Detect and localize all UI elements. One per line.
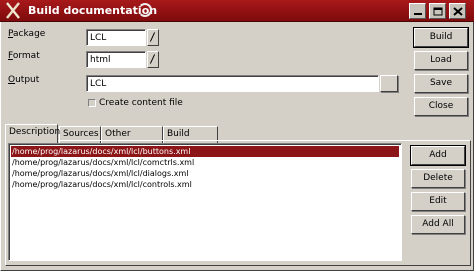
list-item[interactable]: /home/prog/lazarus/docs/xml/lcl/dialogs.…: [11, 168, 399, 179]
add-all-button-label: Add All: [422, 219, 454, 229]
delete-button[interactable]: Delete: [411, 169, 465, 188]
format-dropdown-button[interactable]: [147, 51, 159, 68]
title-bar[interactable]: Build documentation: [0, 0, 474, 22]
close-button[interactable]: Close: [414, 97, 468, 116]
close-button-label: Close: [428, 101, 454, 111]
tab-description-label: Description: [9, 127, 61, 137]
package-label: Package: [8, 29, 46, 39]
output-value: LCL: [90, 79, 107, 89]
package-dropdown-button[interactable]: [147, 29, 159, 46]
build-button-label: Build: [429, 32, 453, 42]
format-value: html: [90, 55, 111, 65]
list-item[interactable]: /home/prog/lazarus/docs/xml/lcl/controls…: [11, 179, 399, 190]
dialog-body: Package LCL Format html Output LCL Creat…: [0, 22, 474, 271]
package-value: LCL: [90, 33, 107, 43]
output-label: Output: [8, 75, 40, 85]
load-button[interactable]: Load: [414, 51, 468, 70]
description-panel: /home/prog/lazarus/docs/xml/lcl/buttons.…: [5, 140, 471, 266]
tab-sources-label: Sources: [63, 129, 99, 139]
build-button[interactable]: Build: [413, 27, 469, 48]
delete-button-label: Delete: [423, 173, 453, 183]
format-combo[interactable]: html: [86, 51, 146, 68]
save-button[interactable]: Save: [414, 74, 468, 93]
maximize-button[interactable]: [429, 3, 446, 19]
browse-output-button[interactable]: [380, 75, 398, 92]
save-button-label: Save: [429, 78, 453, 88]
list-item[interactable]: /home/prog/lazarus/docs/xml/lcl/comctrls…: [11, 157, 399, 168]
minimize-icon: [414, 13, 422, 15]
add-all-button[interactable]: Add All: [411, 215, 465, 234]
file-list[interactable]: /home/prog/lazarus/docs/xml/lcl/buttons.…: [8, 143, 402, 261]
edit-button[interactable]: Edit: [411, 192, 465, 211]
minimize-button[interactable]: [409, 3, 426, 19]
output-field[interactable]: LCL: [86, 75, 379, 92]
format-label: Format: [8, 51, 40, 61]
package-combo[interactable]: LCL: [86, 29, 146, 46]
add-button[interactable]: Add: [410, 145, 466, 166]
list-item[interactable]: /home/prog/lazarus/docs/xml/lcl/buttons.…: [11, 146, 399, 157]
tab-description[interactable]: Description: [5, 124, 61, 143]
close-window-button[interactable]: [449, 3, 466, 19]
edit-button-label: Edit: [429, 196, 447, 206]
close-icon: [453, 7, 463, 16]
load-button-label: Load: [430, 55, 452, 65]
add-button-label: Add: [429, 150, 447, 160]
create-content-file-checkbox[interactable]: [88, 99, 96, 107]
maximize-icon: [433, 7, 443, 16]
create-content-file-label: Create content file: [99, 98, 183, 108]
x-logo-icon: [6, 2, 20, 19]
app-swirl-icon: [138, 3, 152, 17]
